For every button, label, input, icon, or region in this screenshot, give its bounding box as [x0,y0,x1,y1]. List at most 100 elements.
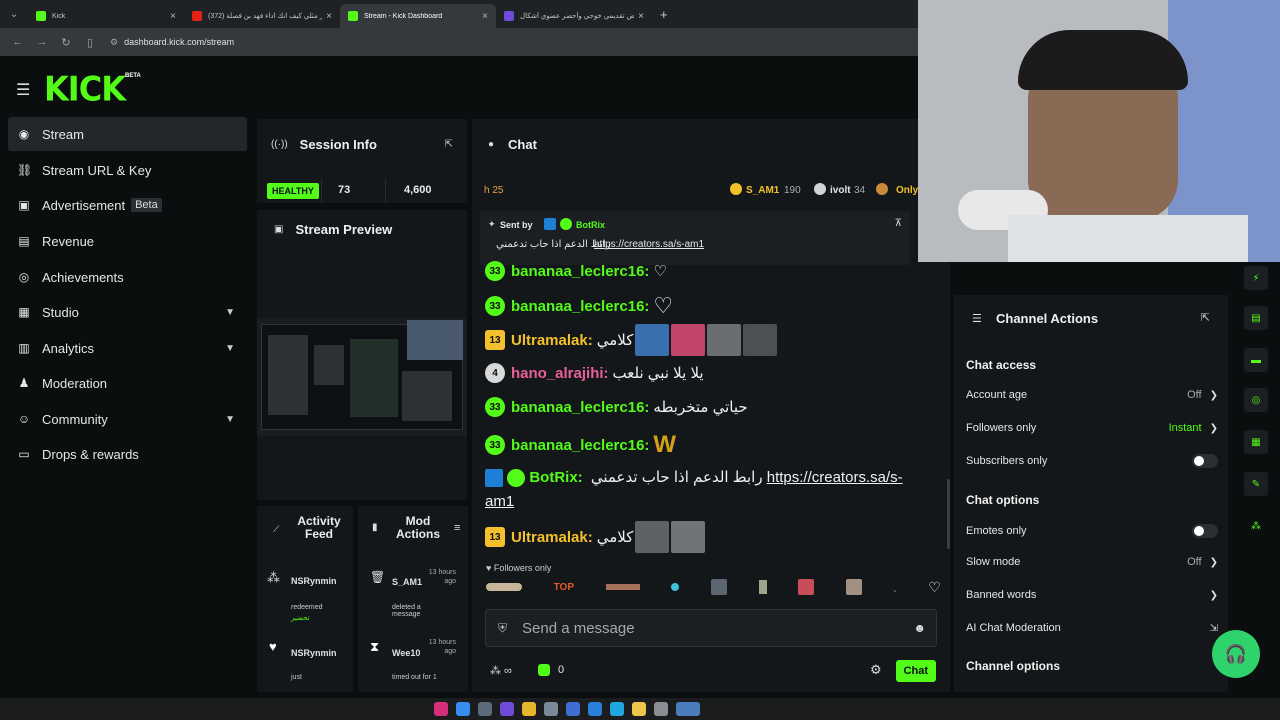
browser-tab[interactable]: Kick × [28,4,184,28]
nav-item-revenue[interactable]: ▤ Revenue [8,224,247,258]
pinned-bot-name[interactable]: BotRix [576,220,605,230]
nav-item-moderation[interactable]: ♟ Moderation [8,366,247,400]
chat-username[interactable]: Ultramalak: [511,332,593,349]
nav-item-drops-rewards[interactable]: ▭ Drops & rewards [8,437,247,471]
emote-slot[interactable] [710,579,727,595]
emote-slot[interactable] [605,584,640,590]
forward-icon[interactable]: → [30,36,54,48]
taskbar-app-icon[interactable] [566,702,580,716]
nav-item-stream[interactable]: ◉ Stream [8,117,247,151]
hamburger-menu-icon[interactable]: ☰ [16,80,30,100]
taskbar-app-icon[interactable] [434,702,448,716]
chat-username[interactable]: bananaa_leclerc16: [511,399,649,416]
chat-scrollbar[interactable] [947,479,950,549]
chat-send-button[interactable]: Chat [895,660,936,682]
emotes-only-toggle[interactable] [1192,524,1218,538]
nav-item-stream-url-key[interactable]: ⛓ Stream URL & Key [8,153,247,187]
chat-message[interactable]: 33 bananaa_leclerc16: W [485,431,676,459]
mod-user[interactable]: S_AM1 [392,577,422,587]
emote-slot[interactable] [758,580,767,594]
chat-username[interactable]: bananaa_leclerc16: [511,263,649,280]
taskbar-app-icon[interactable] [654,702,668,716]
lightning-icon[interactable]: ⚡ [1244,266,1268,290]
emote-slot[interactable]: ˎ [893,582,896,593]
nav-item-analytics[interactable]: ▥ Analytics ▼ [8,331,247,365]
reload-icon[interactable]: ↻ [54,36,78,49]
emote-slot[interactable] [798,579,815,595]
shield-icon[interactable]: ⛨ [498,621,507,636]
chat-message[interactable]: 13 Ultramalak: كلامي [485,521,706,553]
taskbar-app-icon[interactable] [588,702,602,716]
url-field[interactable]: ⚙ dashboard.kick.com/stream [110,37,234,48]
browser-tab[interactable]: (372) فكر مثلي كيف انك اداء فهد بن فصلة … [184,4,340,28]
heart-outline-icon[interactable]: ♡ [928,579,941,596]
followers-only-row[interactable]: Followers only Instant ❯ [966,422,1218,434]
layout-icon[interactable]: ▦ [1244,430,1268,454]
filter-icon[interactable]: ≡ [454,522,460,534]
chat-username[interactable]: bananaa_leclerc16: [511,437,649,454]
new-tab-icon[interactable]: + [660,7,668,22]
chat-message[interactable]: 33 bananaa_leclerc16: ♡ [485,261,667,281]
broadcast-icon[interactable]: ◎ [1244,388,1268,412]
leaderboard-user[interactable]: ivolt [830,185,851,196]
popout-icon[interactable]: ⇱ [445,139,453,150]
leaderboard-user[interactable]: S_AM1 [746,185,779,196]
taskbar-app-icon[interactable] [456,702,470,716]
nav-item-studio[interactable]: ▦ Studio ▼ [8,295,247,329]
taskbar-app-icon[interactable] [676,702,700,716]
people-icon[interactable]: ⁂ [1244,514,1268,538]
nav-item-advertisement[interactable]: ▣ Advertisement Beta [8,188,247,222]
nav-item-achievements[interactable]: ◎ Achievements [8,260,247,294]
subscribers-only-toggle[interactable] [1192,454,1218,468]
browser-tab-active[interactable]: Stream - Kick Dashboard × [340,4,496,28]
slow-mode-row[interactable]: Slow mode Off ❯ [966,556,1218,568]
close-tab-icon[interactable]: × [326,11,332,22]
ai-moderation-row[interactable]: AI Chat Moderation ⇲ [966,622,1218,634]
chat-username[interactable]: bananaa_leclerc16: [511,298,649,315]
account-age-row[interactable]: Account age Off ❯ [966,389,1218,401]
back-icon[interactable]: ← [6,36,30,48]
taskbar-app-icon[interactable] [610,702,624,716]
pinned-message[interactable]: ✦ Sent by BotRix رابط الدعم اذا حاب تدعم… [480,211,910,265]
send-message-input[interactable] [522,619,882,637]
chat-message[interactable]: 4 hano_alrajihi: يلا يلا نبي نلعب [485,363,704,383]
sidebar-toggle-icon[interactable]: ▯ [78,36,102,49]
close-tab-icon[interactable]: × [638,11,644,22]
chat-username[interactable]: hano_alrajihi: [511,365,609,382]
emote-slot[interactable] [671,583,680,591]
popout-icon[interactable]: ⇱ [1201,311,1210,324]
feed-user[interactable]: NSRynmin [291,576,337,586]
wrench-icon[interactable]: ✎ [1244,472,1268,496]
leaderboard-user[interactable]: Only [896,185,918,196]
pinned-link[interactable]: https://creators.sa/s-am1 [594,239,704,250]
unpin-icon[interactable]: ⊼ [895,218,902,229]
kick-logo[interactable]: KICK [44,69,126,109]
taskbar-app-icon[interactable] [544,702,558,716]
tab-list-chevron-icon[interactable]: ⌄ [0,0,28,28]
site-info-icon[interactable]: ⚙ [110,37,118,48]
points-icon[interactable]: ⁂ ∞ [490,664,512,677]
taskbar-app-icon[interactable] [478,702,492,716]
banned-words-row[interactable]: Banned words ❯ [966,589,1218,601]
emote-slot[interactable] [845,579,862,595]
taskbar-app-icon[interactable] [632,702,646,716]
mod-user[interactable]: Wee10 [392,648,420,658]
emoji-icon[interactable]: ☻ [913,621,926,635]
feed-user[interactable]: NSRynmin [291,648,337,658]
chat-message[interactable]: 13 Ultramalak: كلامي [485,324,778,356]
emote-slot[interactable]: TOP [554,582,574,593]
taskbar-app-icon[interactable] [522,702,536,716]
chat-message[interactable]: 33 bananaa_leclerc16: ♡ [485,293,673,319]
chat-username[interactable]: Ultramalak: [511,529,593,546]
chat-message[interactable]: 33 bananaa_leclerc16: حياتي متخربطه [485,397,748,417]
chat-username[interactable]: BotRix: [529,469,582,486]
browser-tab[interactable]: عرض تقديمي خوجي وأحضر عضوي أشكال × [496,4,652,28]
stream-preview-video[interactable] [257,318,467,436]
close-tab-icon[interactable]: × [482,11,488,22]
nav-item-community[interactable]: ☺ Community ▼ [8,402,247,436]
help-headset-icon[interactable]: 🎧 [1212,630,1260,678]
chat-message[interactable]: BotRix: رابط الدعم اذا حاب تدعمني https:… [485,466,925,514]
document-icon[interactable]: ▤ [1244,306,1268,330]
emote-slot[interactable] [486,583,522,591]
chat-icon[interactable]: ▬ [1244,348,1268,372]
